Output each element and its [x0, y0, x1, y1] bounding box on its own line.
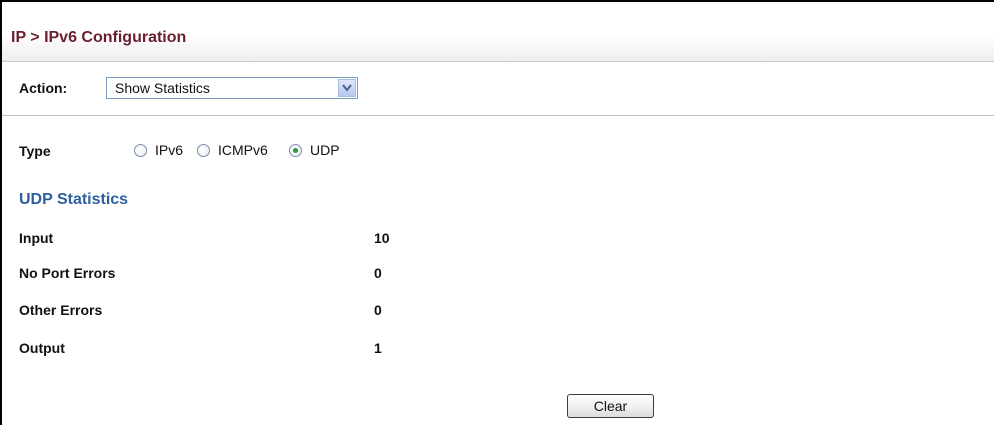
radio-icmpv6[interactable]: [197, 144, 210, 157]
stat-value-input: 10: [374, 230, 390, 246]
page-frame: [0, 0, 994, 425]
chevron-down-glyph: [342, 84, 352, 92]
divider: [2, 61, 994, 62]
section-heading: UDP Statistics: [19, 191, 129, 208]
radio-udp[interactable]: [289, 144, 302, 157]
stat-value-other-errors: 0: [374, 302, 382, 318]
title-bar: IP > IPv6 Configuration: [2, 2, 994, 61]
radio-udp-label: UDP: [310, 142, 340, 158]
stat-value-no-port-errors: 0: [374, 265, 382, 281]
clear-button[interactable]: Clear: [567, 394, 654, 418]
chevron-down-icon[interactable]: [338, 79, 356, 97]
action-select-value: Show Statistics: [115, 80, 210, 96]
stat-label-other-errors: Other Errors: [19, 302, 103, 318]
action-label: Action:: [19, 80, 68, 96]
stat-value-output: 1: [374, 340, 382, 356]
action-select[interactable]: Show Statistics: [106, 77, 358, 99]
page-title: IP > IPv6 Configuration: [11, 29, 187, 46]
radio-ipv6-label: IPv6: [155, 142, 184, 158]
radio-icmpv6-label: ICMPv6: [218, 142, 268, 158]
divider: [2, 115, 994, 116]
radio-ipv6[interactable]: [134, 144, 147, 157]
stat-label-output: Output: [19, 340, 65, 356]
stat-label-no-port-errors: No Port Errors: [19, 265, 116, 281]
stat-label-input: Input: [19, 230, 54, 246]
type-label: Type: [19, 143, 51, 159]
